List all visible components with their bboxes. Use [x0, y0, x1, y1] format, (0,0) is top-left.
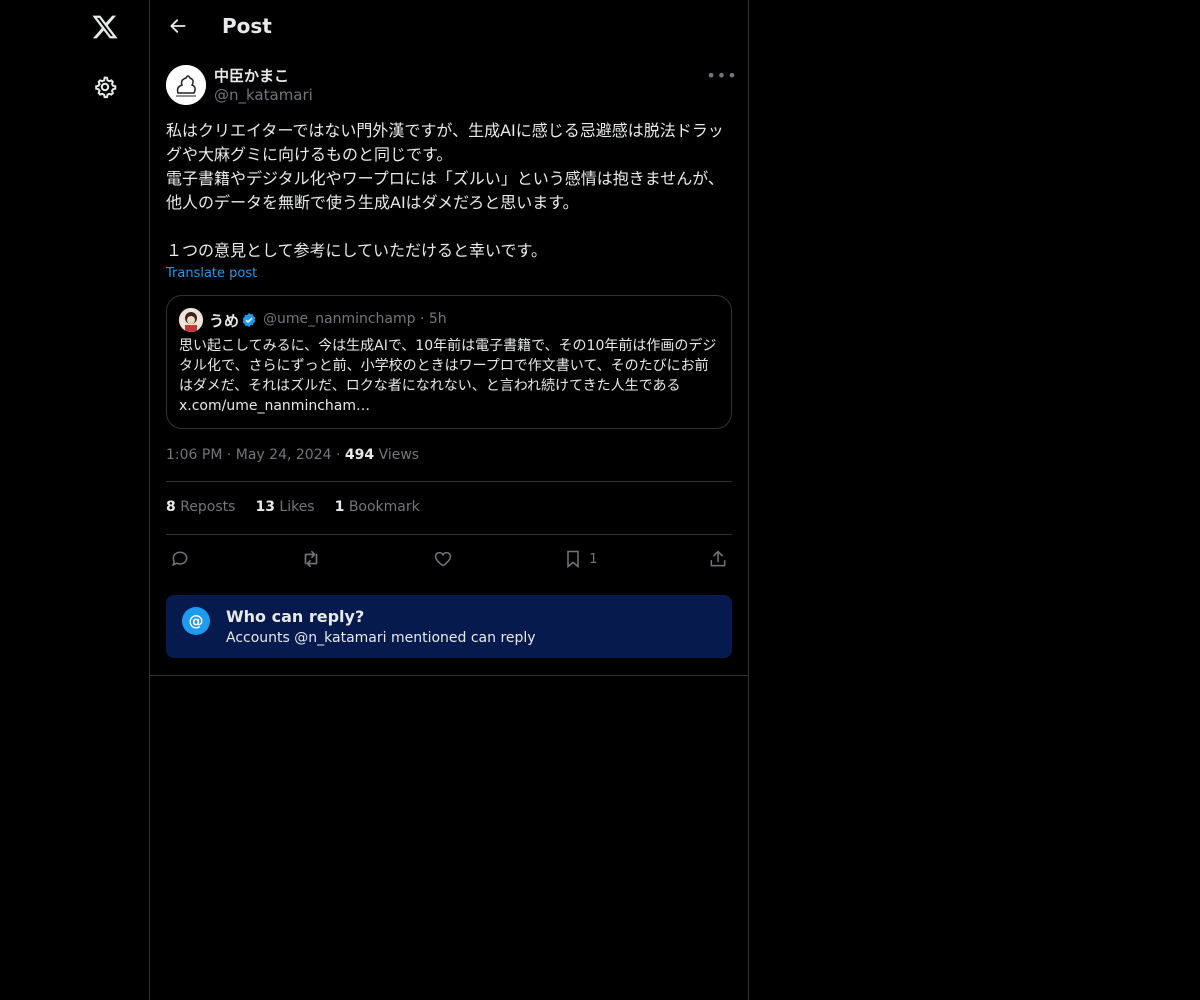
action-bar: 1 — [166, 543, 732, 575]
repost-button[interactable] — [296, 548, 326, 570]
bookmark-count: 1 — [589, 551, 598, 567]
quoted-handle-time: @ume_nanminchamp · 5h — [263, 311, 447, 327]
reposts-stat[interactable]: 8 Reposts — [166, 499, 235, 515]
verified-badge-icon — [241, 312, 257, 328]
share-button[interactable] — [704, 549, 732, 569]
post-meta: 1:06 PM · May 24, 2024 · 494 Views — [166, 447, 419, 463]
quoted-time: 5h — [428, 311, 447, 327]
main-column: Post 中臣かまこ @n_katamari ••• 私はクリエイターではない門… — [150, 0, 749, 1000]
post-text: 私はクリエイターではない門外漢ですが、生成AIに感じる忌避感は脱法ドラッグや大麻… — [166, 121, 724, 260]
avatar[interactable] — [166, 65, 206, 105]
author-handle[interactable]: @n_katamari — [214, 86, 313, 104]
who-can-reply-notice: @ Who can reply? Accounts @n_katamari me… — [166, 595, 732, 658]
views-label: Views — [378, 447, 420, 463]
separator: · — [226, 447, 232, 463]
x-logo-icon[interactable] — [86, 8, 124, 46]
repost-icon — [305, 550, 318, 568]
post-stats: 8 Reposts 13 Likes 1 Bookmark — [166, 499, 420, 515]
quoted-text: 思い起こしてみるに、今は生成AIで、10年前は電子書籍で、その10年前は作画のデ… — [179, 338, 717, 414]
page-title: Post — [222, 14, 272, 38]
at-sign-icon: @ — [182, 607, 210, 635]
reply-icon — [172, 551, 188, 567]
quoted-post[interactable]: うめ @ume_nanminchamp · 5h 思い起こしてみるに、今は生成A… — [166, 295, 732, 429]
post-time[interactable]: 1:06 PM — [166, 447, 222, 463]
divider — [166, 481, 732, 482]
page-header: Post — [150, 0, 748, 53]
quoted-avatar — [179, 308, 203, 332]
post: 中臣かまこ @n_katamari ••• 私はクリエイターではない門外漢ですが… — [150, 53, 748, 676]
back-arrow-icon[interactable] — [162, 10, 194, 42]
separator: · — [335, 447, 341, 463]
heart-icon — [434, 551, 452, 567]
gear-icon[interactable] — [86, 68, 124, 106]
bookmark-icon — [567, 550, 580, 569]
more-options-icon[interactable]: ••• — [706, 65, 736, 85]
who-can-reply-title: Who can reply? — [226, 607, 365, 626]
likes-stat[interactable]: 13 Likes — [255, 499, 314, 515]
left-navigation — [0, 0, 150, 1000]
bookmarks-stat[interactable]: 1 Bookmark — [335, 499, 420, 515]
bookmark-button[interactable]: 1 — [559, 549, 601, 569]
who-can-reply-subtitle: Accounts @n_katamari mentioned can reply — [226, 630, 536, 646]
views-count: 494 — [344, 447, 375, 463]
quoted-author-name: うめ — [209, 312, 240, 330]
separator: · — [419, 311, 425, 327]
author-name[interactable]: 中臣かまこ — [214, 65, 289, 86]
post-date[interactable]: May 24, 2024 — [236, 447, 332, 463]
quoted-handle: @ume_nanminchamp — [263, 311, 416, 327]
share-icon — [710, 550, 726, 567]
like-button[interactable] — [429, 549, 457, 569]
reply-button[interactable] — [166, 549, 194, 569]
divider — [166, 534, 732, 535]
translate-post-link[interactable]: Translate post — [166, 266, 257, 281]
